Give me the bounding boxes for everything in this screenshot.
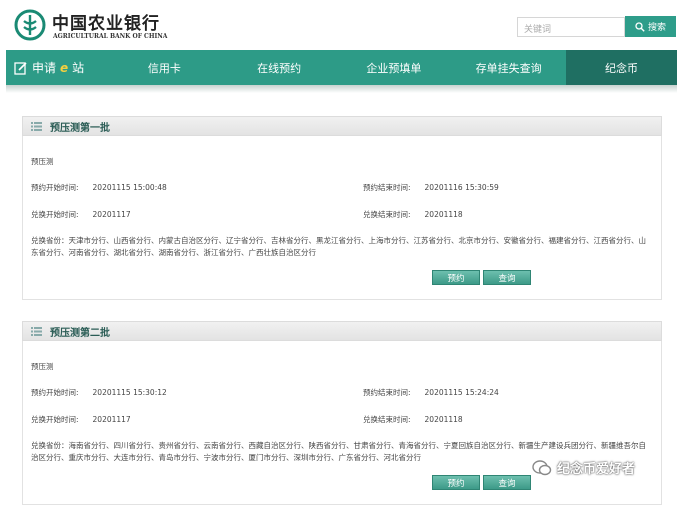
province-list: 兑换省份：天津市分行、山西省分行、内蒙古自治区分行、辽宁省分行、吉林省分行、黑龙… [31,236,646,257]
exchange-start-value: 20201117 [92,415,131,424]
batch-panel: 预压测第一批 预压测 预约开始时间: 20201115 15:00:48 预约结束… [22,116,662,300]
watermark: 纪念币爱好者 [532,458,635,477]
exchange-end-label: 兑换结束时间: [363,210,411,219]
nav-item-apply-station[interactable]: 申请 e 站 [6,50,107,85]
batch-name: 预压测 [31,362,54,371]
wechat-icon [532,459,552,475]
nav-item-label: 站 [72,61,85,75]
batch-title: 预压测第一批 [50,122,110,134]
exchange-end-label: 兑换结束时间: [363,415,411,424]
nav-item-label: 申请 [32,61,57,75]
exchange-end-row: 兑换结束时间: 20201118 [363,414,463,425]
watermark-text: 纪念币爱好者 [557,462,636,477]
search-input[interactable]: 关键词 [517,17,625,37]
nav-item-deposit-loss[interactable]: 存单挂失查询 [451,50,566,85]
abc-logo-icon[interactable] [14,9,46,41]
batch-panel-header: 预压测第二批 [22,321,662,341]
reserve-start-value: 20201115 15:30:12 [92,388,167,397]
reserve-start-label: 预约开始时间: [31,388,79,397]
reserve-button[interactable]: 预约 [432,270,480,285]
batch-name: 预压测 [31,157,54,166]
apply-station-icon [14,61,28,75]
search-button-label: 搜索 [647,23,666,33]
batch-panel: 预压测第二批 预压测 预约开始时间: 20201115 15:30:12 预约结束… [22,321,662,505]
reserve-end-value: 20201115 15:24:24 [424,388,499,397]
reserve-start-row: 预约开始时间: 20201115 15:30:12 [31,387,167,398]
exchange-start-row: 兑换开始时间: 20201117 [31,209,131,220]
batch-panel-body: 预压测 预约开始时间: 20201115 15:30:12 预约结束时间: 2020… [22,341,662,505]
reserve-start-value: 20201115 15:00:48 [92,183,167,192]
e-glyph: e [60,60,69,75]
exchange-end-value: 20201118 [424,210,463,219]
nav-item-enterprise-form[interactable]: 企业预填单 [337,50,452,85]
nav-item-commemorative-coin[interactable]: 纪念币 [566,50,677,85]
nav-item-credit-card[interactable]: 信用卡 [107,50,222,85]
nav-item-online-booking[interactable]: 在线预约 [222,50,337,85]
reserve-end-label: 预约结束时间: [363,388,411,397]
query-button[interactable]: 查询 [483,270,531,285]
reserve-button[interactable]: 预约 [432,475,480,490]
exchange-start-value: 20201117 [92,210,131,219]
query-button[interactable]: 查询 [483,475,531,490]
main-nav: 申请 e 站 信用卡 在线预约 企业预填单 存单挂失查询 纪念币 [6,50,677,85]
batch-title: 预压测第二批 [50,327,110,339]
search-icon [635,21,645,32]
reserve-start-label: 预约开始时间: [31,183,79,192]
reserve-end-row: 预约结束时间: 20201115 15:24:24 [363,387,499,398]
search-button[interactable]: 搜索 [625,16,676,37]
reserve-start-row: 预约开始时间: 20201115 15:00:48 [31,182,167,193]
reserve-end-label: 预约结束时间: [363,183,411,192]
brand-name-en: AGRICULTURAL BANK OF CHINA [53,33,168,40]
exchange-end-value: 20201118 [424,415,463,424]
brand-name: 中国农业银行 [52,14,160,34]
batch-panel-header: 预压测第一批 [22,116,662,136]
exchange-end-row: 兑换结束时间: 20201118 [363,209,463,220]
exchange-start-label: 兑换开始时间: [31,415,79,424]
exchange-start-row: 兑换开始时间: 20201117 [31,414,131,425]
header: 中国农业银行 AGRICULTURAL BANK OF CHINA 关键词 搜索 [0,0,687,50]
reserve-end-row: 预约结束时间: 20201116 15:30:59 [363,182,499,193]
exchange-start-label: 兑换开始时间: [31,210,79,219]
nav-shadow [6,85,677,93]
batch-panel-body: 预压测 预约开始时间: 20201115 15:00:48 预约结束时间: 2020… [22,136,662,300]
reserve-end-value: 20201116 15:30:59 [424,183,499,192]
list-icon [31,326,42,336]
list-icon [31,121,42,131]
